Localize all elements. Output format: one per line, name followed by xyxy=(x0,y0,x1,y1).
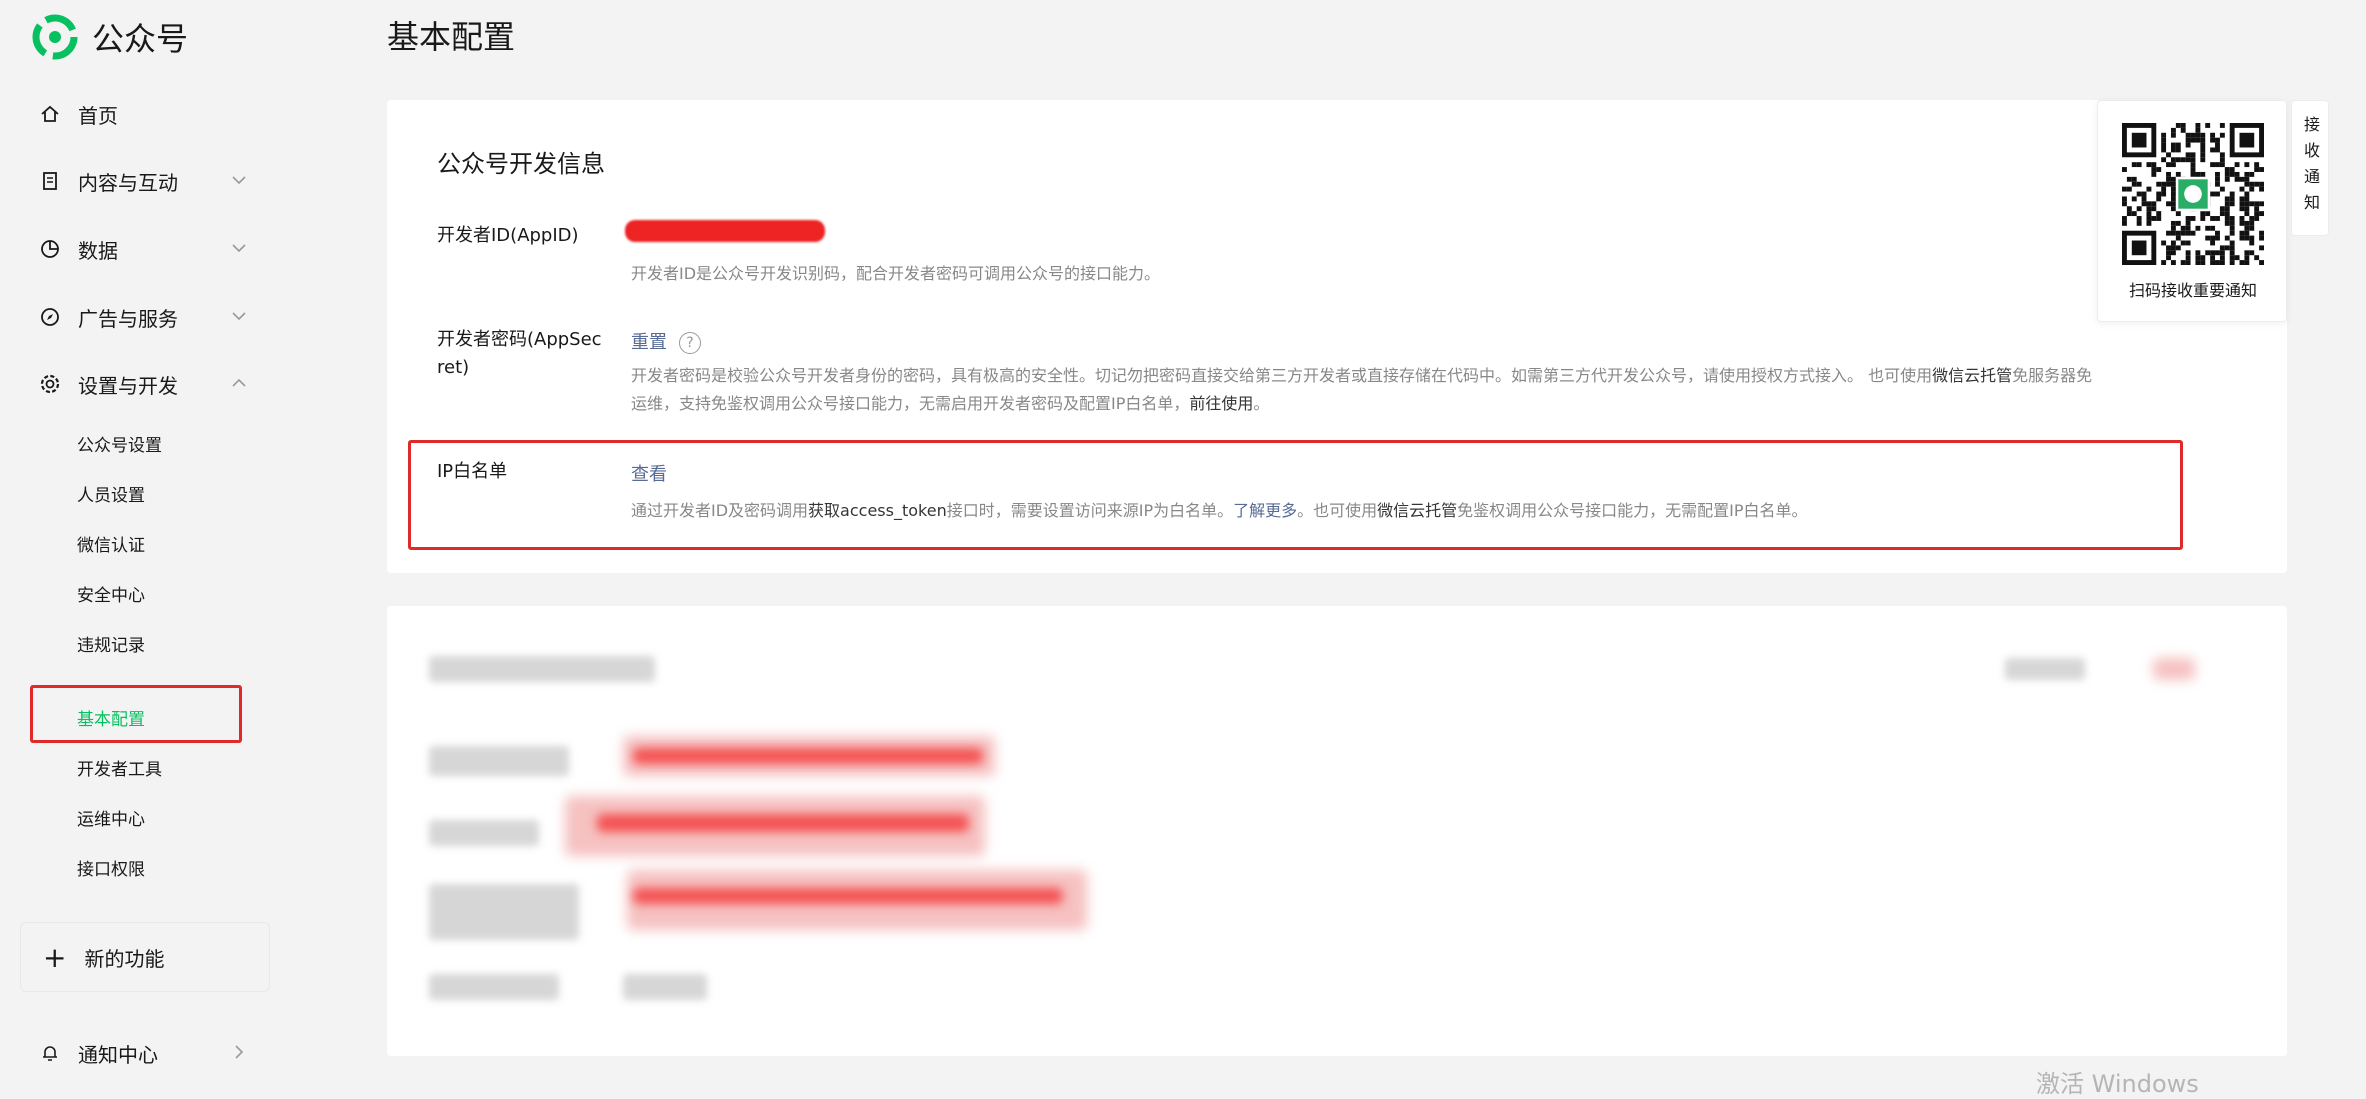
secret-actions: 重置? xyxy=(631,328,701,354)
section-title: 公众号开发信息 xyxy=(437,150,605,178)
ip-desc-text: 免鉴权调用公众号接口能力，无需配置IP白名单。 xyxy=(1457,501,1808,520)
document-icon xyxy=(38,169,62,193)
access-token-link[interactable]: 获取access_token xyxy=(808,501,947,520)
new-features-button[interactable]: + 新的功能 xyxy=(20,922,270,992)
sub-item-ops-center[interactable]: 运维中心 xyxy=(77,802,145,832)
qr-notify-card[interactable]: 扫码接收重要通知 xyxy=(2097,100,2287,322)
sub-item-wechat-verify[interactable]: 微信认证 xyxy=(77,528,145,558)
redaction-stroke xyxy=(597,814,969,832)
nav-data[interactable]: 数据 xyxy=(38,229,248,269)
appid-label: 开发者ID(AppID) xyxy=(437,225,579,246)
blurred-action xyxy=(2153,658,2195,680)
page-title: 基本配置 xyxy=(387,18,516,56)
dev-info-card: 公众号开发信息 开发者ID(AppID) 开发者ID是公众号开发识别码，配合开发… xyxy=(387,100,2287,573)
learn-more-link[interactable]: 了解更多 xyxy=(1233,501,1297,520)
ip-desc-text: 。也可使用 xyxy=(1297,501,1378,520)
chevron-down-icon xyxy=(232,312,246,321)
logo[interactable]: 公众号 xyxy=(32,14,188,60)
appid-description: 开发者ID是公众号开发识别码，配合开发者密码可调用公众号的接口能力。 xyxy=(631,264,1161,283)
nav-ads-label: 广告与服务 xyxy=(78,306,178,331)
blurred-label xyxy=(429,820,539,846)
sub-item-staff-settings[interactable]: 人员设置 xyxy=(77,478,145,508)
wechat-official-logo-icon xyxy=(32,14,78,60)
wechat-cloud-link[interactable]: 微信云托管 xyxy=(1932,366,2012,385)
nav-settings[interactable]: 设置与开发 xyxy=(38,364,248,404)
sub-item-basic-config[interactable]: 基本配置 xyxy=(77,702,145,732)
plus-icon: + xyxy=(43,940,67,974)
nav-settings-label: 设置与开发 xyxy=(78,373,178,398)
chevron-right-icon xyxy=(235,1045,244,1059)
nav-home-label: 首页 xyxy=(78,103,118,128)
ip-whitelist-highlight xyxy=(408,440,2183,550)
windows-activation-watermark: 激活 Windows xyxy=(2036,1070,2199,1098)
nav-notifications[interactable]: 通知中心 xyxy=(38,1033,248,1073)
app-title: 公众号 xyxy=(92,20,189,58)
receive-notify-tab[interactable]: 接收通知 xyxy=(2291,100,2329,236)
sub-item-dev-tools[interactable]: 开发者工具 xyxy=(77,752,162,782)
appid-redaction xyxy=(625,220,825,242)
ip-whitelist-description: 通过开发者ID及密码调用获取access_token接口时，需要设置访问来源IP… xyxy=(631,497,2231,525)
view-ip-link[interactable]: 查看 xyxy=(631,464,667,485)
secret-desc-text: 开发者密码是校验公众号开发者身份的密码，具有极高的安全性。切记勿把密码直接交给第… xyxy=(631,366,1933,385)
qr-caption: 扫码接收重要通知 xyxy=(2128,281,2257,300)
blurred-title xyxy=(429,656,655,682)
redaction-stroke xyxy=(633,888,1063,904)
gear-icon xyxy=(38,372,62,396)
chevron-down-icon xyxy=(232,176,246,185)
new-features-label: 新的功能 xyxy=(84,946,165,971)
secret-desc-text: 运维，支持免鉴权调用公众号接口能力，无需启用开发者密码及配置IP白名单， xyxy=(631,394,1190,413)
sub-item-account-settings[interactable]: 公众号设置 xyxy=(77,428,162,458)
sub-item-security-center[interactable]: 安全中心 xyxy=(77,578,145,608)
blurred-label xyxy=(429,746,569,776)
secret-desc-text: 。 xyxy=(1253,394,1270,413)
compass-icon xyxy=(38,305,62,329)
redaction-stroke xyxy=(633,748,983,764)
ip-desc-text: 接口时，需要设置访问来源IP为白名单。 xyxy=(946,501,1234,520)
help-icon[interactable]: ? xyxy=(679,332,701,354)
sub-item-violation-records[interactable]: 违规记录 xyxy=(77,628,145,658)
nav-content-label: 内容与互动 xyxy=(78,170,178,195)
secret-label-line1: 开发者密码(AppSec xyxy=(437,329,602,350)
ip-whitelist-view-link[interactable]: 查看 xyxy=(631,460,667,486)
secret-desc-text: 免服务器免 xyxy=(2012,366,2093,385)
chevron-up-icon xyxy=(232,378,246,387)
pie-chart-icon xyxy=(38,237,62,261)
go-use-link[interactable]: 前往使用 xyxy=(1189,394,1253,413)
blurred-value xyxy=(623,974,707,1000)
sub-item-api-permissions[interactable]: 接口权限 xyxy=(77,852,145,882)
secret-label-line2: ret) xyxy=(437,357,470,378)
receive-notify-label: 接收通知 xyxy=(2301,116,2320,220)
secret-label: 开发者密码(AppSec ret) xyxy=(437,326,617,382)
secret-description: 开发者密码是校验公众号开发者身份的密码，具有极高的安全性。切记勿把密码直接交给第… xyxy=(631,362,2231,418)
blurred-label xyxy=(429,974,559,1000)
nav-ads[interactable]: 广告与服务 xyxy=(38,297,248,337)
wechat-cloud-link[interactable]: 微信云托管 xyxy=(1377,501,1457,520)
server-config-card-blurred xyxy=(387,606,2287,1056)
blurred-action xyxy=(2005,658,2085,680)
chevron-down-icon xyxy=(232,244,246,253)
nav-home[interactable]: 首页 xyxy=(38,94,248,134)
nav-data-label: 数据 xyxy=(78,238,118,263)
home-icon xyxy=(38,102,62,126)
ip-desc-text: 通过开发者ID及密码调用 xyxy=(631,501,809,520)
nav-notifications-label: 通知中心 xyxy=(78,1042,158,1067)
bell-icon xyxy=(38,1041,62,1065)
qr-code-icon xyxy=(2122,123,2264,265)
reset-secret-link[interactable]: 重置 xyxy=(631,332,667,353)
nav-content[interactable]: 内容与互动 xyxy=(38,161,248,201)
ip-whitelist-label: IP白名单 xyxy=(437,461,508,482)
blurred-label xyxy=(429,884,579,940)
sidebar: 公众号 首页 内容与互动 数据 广告与服务 设置与开发 公众号设置 人员设置 微… xyxy=(0,0,360,1099)
